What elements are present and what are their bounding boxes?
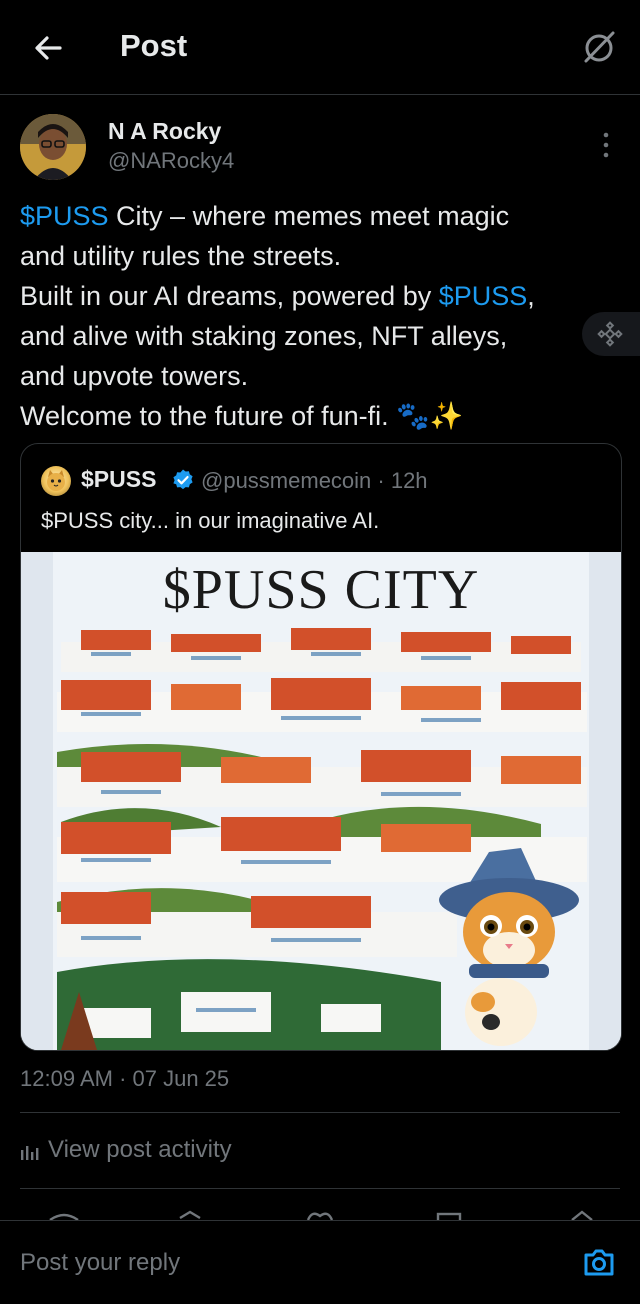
- quoted-name[interactable]: $PUSS: [81, 466, 156, 493]
- verified-badge-icon: [173, 469, 193, 490]
- post-line-1-text: City – where memes meet magic: [108, 201, 510, 231]
- post-line-2: and utility rules the streets.: [20, 241, 342, 271]
- author-handle[interactable]: @NARocky4: [108, 148, 234, 174]
- activity-bars-icon: [21, 1145, 39, 1160]
- binance-floating-button[interactable]: [582, 312, 640, 356]
- divider: [20, 1112, 620, 1113]
- author-name[interactable]: N A Rocky: [108, 118, 221, 145]
- divider: [20, 1188, 620, 1189]
- image-title: $PUSS CITY: [162, 559, 480, 621]
- view-post-activity[interactable]: View post activity: [20, 1136, 232, 1164]
- post-line-1: $PUSS City – where memes meet magic: [20, 196, 620, 236]
- action-bar-peek: [0, 1206, 640, 1220]
- back-arrow-icon[interactable]: [30, 30, 66, 66]
- post-line-3: Built in our AI dreams, powered by $PUSS…: [20, 276, 620, 316]
- top-bar: Post: [0, 0, 640, 95]
- post-timestamp: 12:09 AM · 07 Jun 25: [20, 1066, 230, 1091]
- cat-avatar-icon: [47, 470, 65, 491]
- quoted-post[interactable]: $PUSS @pussmemecoin · 12h $PUSS city... …: [20, 443, 622, 1051]
- activity-label: View post activity: [48, 1136, 232, 1163]
- more-vertical-icon[interactable]: [598, 130, 614, 160]
- reply-bar: Post your reply: [0, 1220, 640, 1304]
- quoted-handle-time: @pussmemecoin · 12h: [201, 468, 428, 493]
- cashtag-link[interactable]: $PUSS: [439, 281, 528, 311]
- post-line-5: and upvote towers.: [20, 361, 249, 391]
- post-line-3-text: Built in our AI dreams, powered by: [20, 281, 439, 311]
- camera-icon[interactable]: [582, 1247, 616, 1277]
- action-icons-partial: [49, 1210, 593, 1220]
- quoted-text: $PUSS city... in our imaginative AI.: [41, 508, 380, 533]
- cashtag-link[interactable]: $PUSS: [20, 201, 109, 231]
- post-line-6: Welcome to the future of fun-fi. 🐾✨: [20, 401, 464, 431]
- page-title: Post: [120, 28, 188, 63]
- author-row: N A Rocky @NARocky4: [20, 114, 620, 184]
- post-text: $PUSS City – where memes meet magic and …: [20, 196, 620, 436]
- post-line-4: and alive with staking zones, NFT alleys…: [20, 321, 508, 351]
- binance-icon: [597, 321, 623, 347]
- quoted-media-image[interactable]: $PUSS CITY: [21, 552, 621, 1050]
- post-line-3-end: ,: [527, 281, 535, 311]
- city-illustration: [21, 552, 621, 1050]
- quoted-avatar[interactable]: [41, 466, 71, 496]
- author-avatar[interactable]: [20, 114, 86, 180]
- reply-input[interactable]: Post your reply: [20, 1249, 180, 1277]
- avatar-portrait-icon: [20, 114, 86, 180]
- grok-icon[interactable]: [580, 28, 618, 66]
